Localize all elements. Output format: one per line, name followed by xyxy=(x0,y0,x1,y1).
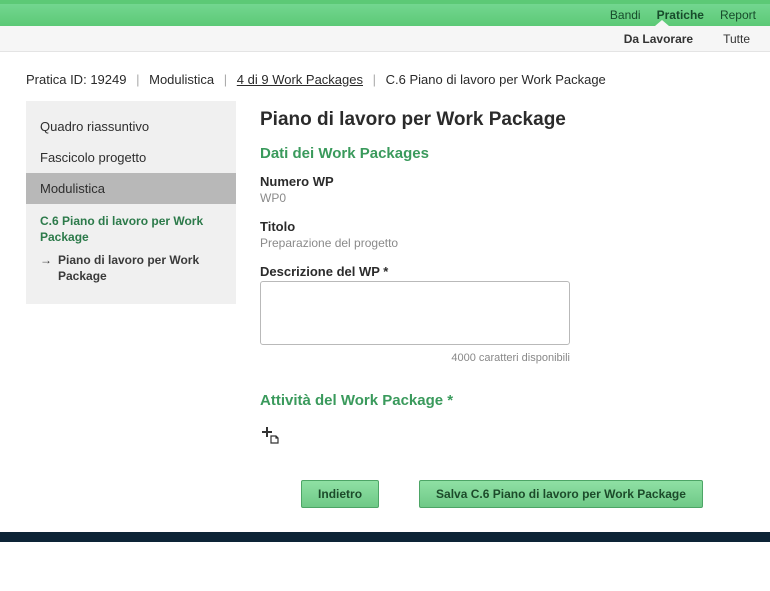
add-file-icon xyxy=(260,425,280,445)
sidebar-item-fascicolo[interactable]: Fascicolo progetto xyxy=(26,142,236,173)
sidebar-sub-piano-label: Piano di lavoro per Work Package xyxy=(58,253,222,284)
breadcrumb-sep: | xyxy=(224,72,227,87)
section-dati-wp: Dati dei Work Packages xyxy=(260,145,744,162)
descrizione-textarea[interactable] xyxy=(260,281,570,345)
numero-wp-label: Numero WP xyxy=(260,174,744,189)
footer-bar xyxy=(0,532,770,542)
back-button[interactable]: Indietro xyxy=(301,480,379,508)
subnav-tutte[interactable]: Tutte xyxy=(723,32,750,46)
sidebar: Quadro riassuntivo Fascicolo progetto Mo… xyxy=(26,101,236,304)
arrow-right-icon: → xyxy=(40,253,52,284)
save-button[interactable]: Salva C.6 Piano di lavoro per Work Packa… xyxy=(419,480,703,508)
page-title: Piano di lavoro per Work Package xyxy=(260,109,744,131)
subnav-da-lavorare[interactable]: Da Lavorare xyxy=(624,32,693,46)
section-attivita-wp: Attività del Work Package * xyxy=(260,392,744,409)
breadcrumb-pratica-prefix: Pratica ID: xyxy=(26,72,87,87)
nav-bandi[interactable]: Bandi xyxy=(610,8,641,22)
sidebar-sub-piano[interactable]: → Piano di lavoro per Work Package xyxy=(26,249,236,294)
sidebar-item-modulistica[interactable]: Modulistica xyxy=(26,173,236,204)
breadcrumb-sep: | xyxy=(373,72,376,87)
breadcrumb-pratica-id: 19249 xyxy=(90,72,126,87)
nav-report[interactable]: Report xyxy=(720,8,756,22)
breadcrumb-sep: | xyxy=(136,72,139,87)
breadcrumb-current: C.6 Piano di lavoro per Work Package xyxy=(386,72,606,87)
sub-nav: Da Lavorare Tutte xyxy=(0,26,770,52)
breadcrumb: Pratica ID: 19249 | Modulistica | 4 di 9… xyxy=(0,52,770,101)
descrizione-label: Descrizione del WP * xyxy=(260,264,744,279)
nav-caret-icon xyxy=(655,20,669,26)
topbar-accent xyxy=(0,0,770,4)
main-panel: Piano di lavoro per Work Package Dati de… xyxy=(260,101,744,508)
titolo-label: Titolo xyxy=(260,219,744,234)
char-count: 4000 caratteri disponibili xyxy=(260,352,570,364)
sidebar-sub-c6[interactable]: C.6 Piano di lavoro per Work Package xyxy=(26,204,236,249)
titolo-value: Preparazione del progetto xyxy=(260,236,744,250)
sidebar-item-quadro[interactable]: Quadro riassuntivo xyxy=(26,111,236,142)
add-activity-button[interactable] xyxy=(260,425,278,443)
breadcrumb-modulistica[interactable]: Modulistica xyxy=(149,72,214,87)
numero-wp-value: WP0 xyxy=(260,191,744,205)
breadcrumb-work-packages[interactable]: 4 di 9 Work Packages xyxy=(237,72,363,87)
